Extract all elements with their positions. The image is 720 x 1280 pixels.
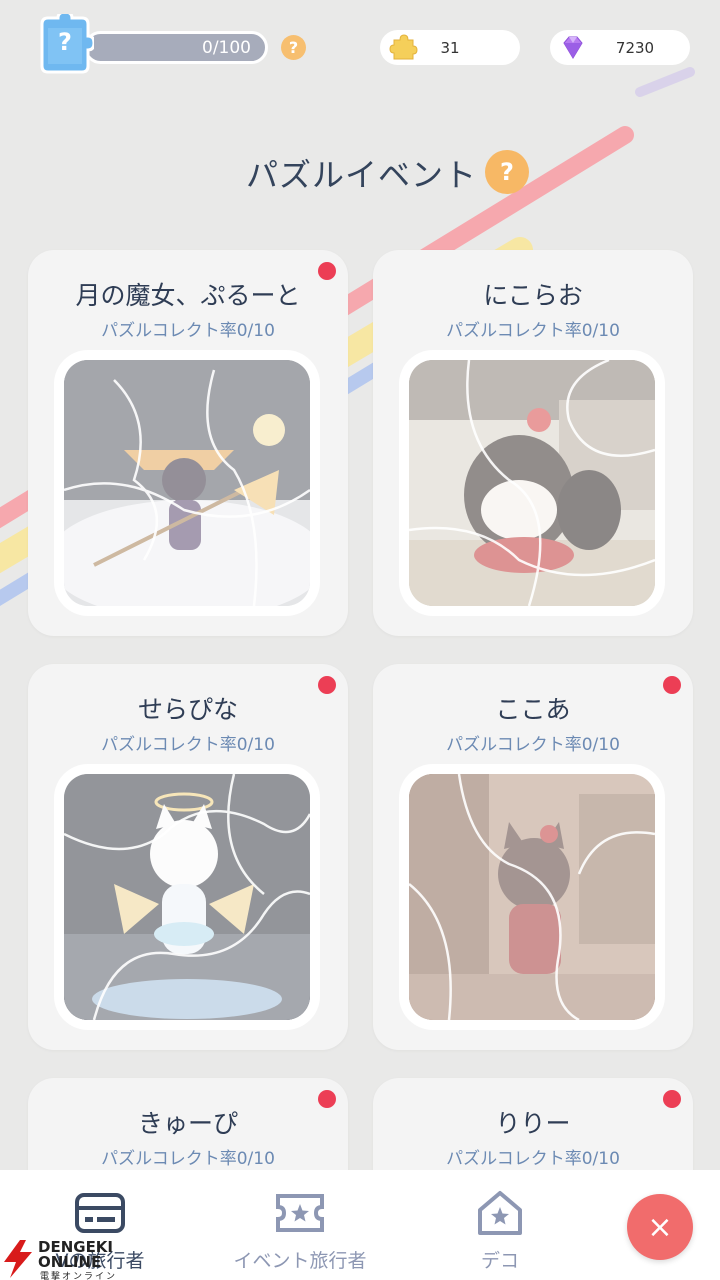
new-badge-dot (318, 676, 336, 694)
new-badge-dot (318, 262, 336, 280)
progress-help-button[interactable]: ? (281, 35, 306, 60)
ticket-star-icon (276, 1194, 324, 1232)
angel-cat-puzzle-image (64, 774, 310, 1020)
card-name: きゅーぴ (137, 1109, 238, 1138)
watermark-text: DENGEKI ONLINE (38, 1240, 113, 1270)
top-bar: 0/100 ? ? 31 7230 (0, 0, 720, 90)
card-name: せらぴな (137, 695, 238, 724)
page-title: パズルイベント (246, 156, 478, 194)
new-badge-dot (663, 676, 681, 694)
event-help-button[interactable]: ? (485, 150, 529, 194)
puzzle-image-frame (399, 350, 665, 616)
card-collect-rate: パズルコレクト率0/10 (446, 1149, 620, 1169)
new-badge-dot (663, 1090, 681, 1108)
bear-santa-puzzle-image (409, 360, 655, 606)
gem-counter[interactable]: 7230 (550, 30, 690, 65)
watermark-line2: ONLINE (38, 1253, 102, 1271)
dengeki-online-watermark: DENGEKI ONLINE 電撃オンライン (0, 1238, 170, 1280)
card-collect-rate: パズルコレクト率0/10 (101, 735, 275, 755)
puzzle-card[interactable]: ここあ パズルコレクト率0/10 (373, 664, 693, 1050)
card-collect-rate: パズルコレクト率0/10 (446, 321, 620, 341)
card-name: ここあ (495, 695, 571, 724)
puzzle-image-frame (399, 764, 665, 1030)
gem-value: 7230 (615, 38, 655, 57)
nav-event-traveler[interactable]: イベント旅行者 (200, 1170, 400, 1280)
puzzle-progress-bar: 0/100 (84, 31, 268, 64)
lightning-bolt-icon (4, 1240, 32, 1278)
puzzle-card[interactable]: せらぴな パズルコレクト率0/10 (28, 664, 348, 1050)
card-name: 月の魔女、ぷるーと (75, 281, 301, 310)
puzzle-badge-question: ? (58, 28, 72, 56)
cocoa-cat-puzzle-image (409, 774, 655, 1020)
puzzle-progress-text: 0/100 (202, 37, 251, 58)
nav-deco[interactable]: デコ (400, 1170, 600, 1280)
nav-label: デコ (480, 1250, 519, 1272)
card-collect-rate: パズルコレクト率0/10 (101, 1149, 275, 1169)
card-collect-rate: パズルコレクト率0/10 (446, 735, 620, 755)
puzzle-image-frame (54, 350, 320, 616)
watermark-sub: 電撃オンライン (40, 1272, 118, 1280)
new-badge-dot (318, 1090, 336, 1108)
puzzle-card[interactable]: にこらお パズルコレクト率0/10 (373, 250, 693, 636)
coin-counter[interactable]: 31 (380, 30, 520, 65)
house-star-icon (478, 1191, 522, 1235)
card-icon (75, 1193, 125, 1233)
puzzle-image-frame (54, 764, 320, 1030)
nav-label: イベント旅行者 (233, 1250, 367, 1272)
card-collect-rate: パズルコレクト率0/10 (101, 321, 275, 341)
witch-cat-puzzle-image (64, 360, 310, 606)
puzzle-card[interactable]: 月の魔女、ぷるーと パズルコレクト率0/10 (28, 250, 348, 636)
coin-value: 31 (440, 38, 460, 57)
card-name: りりー (495, 1109, 571, 1138)
card-name: にこらお (483, 281, 583, 310)
close-button[interactable]: × (627, 1194, 693, 1260)
